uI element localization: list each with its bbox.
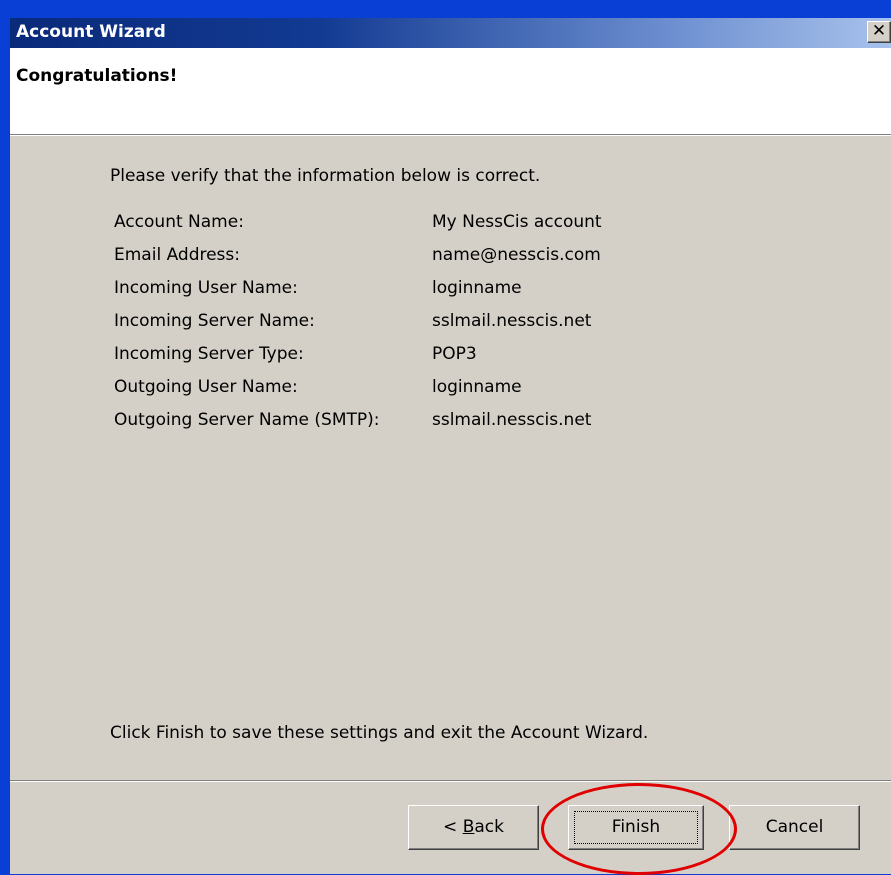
back-button-rest: ack (474, 817, 504, 837)
close-icon: ✕ (871, 21, 887, 41)
title-bar[interactable]: Account Wizard ✕ (10, 18, 891, 48)
row-value: sslmail.nesscis.net (432, 311, 592, 331)
finish-button[interactable]: Finish (568, 805, 704, 850)
close-button[interactable]: ✕ (867, 21, 891, 43)
row-value: sslmail.nesscis.net (432, 410, 592, 430)
back-button-prefix: < (443, 817, 463, 837)
cancel-button[interactable]: Cancel (729, 805, 860, 850)
row-label: Outgoing User Name: (114, 377, 298, 397)
wizard-body: Please verify that the information below… (10, 136, 891, 875)
row-value: loginname (432, 377, 522, 397)
cancel-button-label: Cancel (765, 817, 824, 837)
back-button-accel: B (462, 817, 475, 837)
page-heading: Congratulations! (16, 66, 178, 86)
row-label: Email Address: (114, 245, 240, 265)
wizard-header: Congratulations! (10, 48, 891, 134)
footer-divider (10, 780, 891, 782)
row-label: Incoming User Name: (114, 278, 298, 298)
intro-text: Please verify that the information below… (110, 166, 541, 186)
row-value: POP3 (432, 344, 477, 364)
row-label: Incoming Server Name: (114, 311, 315, 331)
finish-instruction: Click Finish to save these settings and … (110, 723, 649, 743)
row-label: Incoming Server Type: (114, 344, 304, 364)
row-label: Outgoing Server Name (SMTP): (114, 410, 380, 430)
row-value: loginname (432, 278, 522, 298)
window-title: Account Wizard (16, 22, 166, 42)
row-label: Account Name: (114, 212, 244, 232)
account-wizard-window: Account Wizard ✕ Congratulations! Please… (0, 0, 891, 875)
row-value: My NessCis account (432, 212, 602, 232)
row-value: name@nesscis.com (432, 245, 601, 265)
finish-button-label: Finish (611, 817, 661, 837)
back-button[interactable]: < Back (408, 805, 539, 850)
